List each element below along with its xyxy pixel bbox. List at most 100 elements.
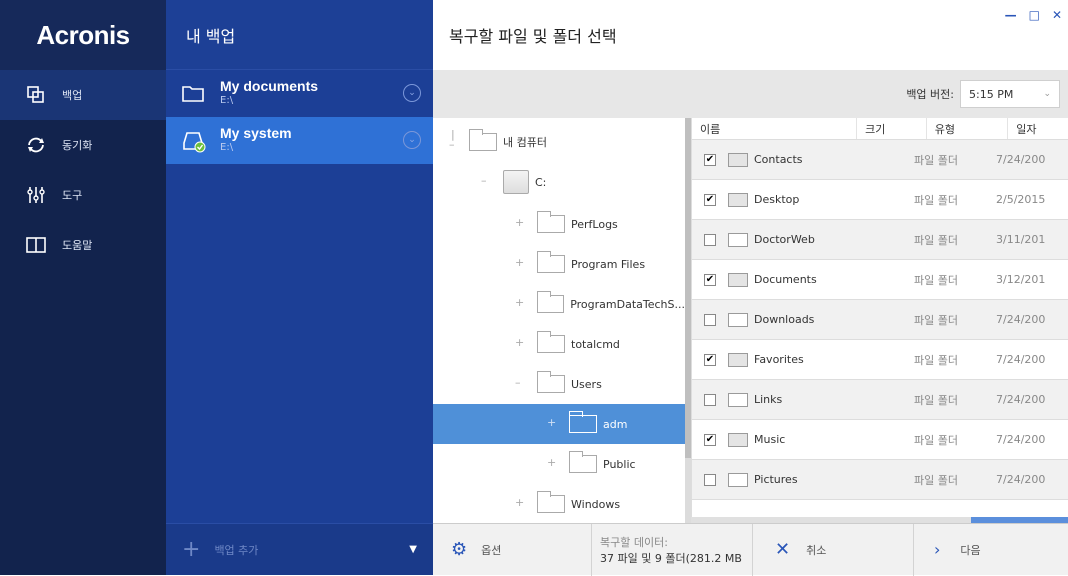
- tree-node-folder[interactable]: ProgramDataTechS...: [537, 284, 685, 324]
- nav-item-help[interactable]: 도움말: [0, 220, 166, 270]
- row-checkbox[interactable]: ✔: [704, 353, 716, 366]
- row-checkbox[interactable]: ✔: [704, 153, 716, 166]
- file-type: 파일 폴더: [914, 273, 958, 287]
- file-date: 7/24/200: [996, 433, 1046, 446]
- folder-icon: [537, 251, 565, 273]
- cancel-button[interactable]: ✕ 취소: [753, 524, 913, 576]
- table-row[interactable]: Downloads 파일 폴더 7/24/200: [692, 300, 1068, 340]
- folder-icon: [728, 272, 748, 287]
- row-checkbox[interactable]: ✔: [704, 193, 716, 206]
- file-type: 파일 폴더: [914, 313, 958, 327]
- tree-node-label: totalcmd: [571, 337, 620, 351]
- chevron-down-icon[interactable]: ⌄: [403, 131, 421, 149]
- backup-item-my-documents[interactable]: My documents E:\ ⌄: [166, 70, 433, 117]
- table-row[interactable]: Links 파일 폴더 7/24/200: [692, 380, 1068, 420]
- add-backup-label: 백업 추가: [214, 543, 259, 557]
- nav-item-tools[interactable]: 도구: [0, 170, 166, 220]
- file-type: 파일 폴더: [914, 193, 958, 207]
- tree-node-folder[interactable]: Windows: [537, 484, 677, 523]
- nav-item-label: 동기화: [62, 139, 93, 152]
- table-row[interactable]: Pictures 파일 폴더 7/24/200: [692, 460, 1068, 500]
- maximize-icon[interactable]: □: [1029, 8, 1040, 22]
- tree-node-label: ProgramDataTechS...: [570, 297, 685, 311]
- tree-node-folder[interactable]: Public: [569, 444, 679, 484]
- tree-node-label: 내 컴퓨터: [503, 136, 547, 149]
- backup-item-my-system[interactable]: My system E:\ ⌄: [166, 117, 433, 164]
- version-bar: 백업 버전: 5:15 PM ⌄: [433, 70, 1068, 118]
- file-name: DoctorWeb: [754, 233, 815, 246]
- tree-node-label: Program Files: [571, 257, 646, 271]
- row-checkbox[interactable]: ✔: [704, 433, 716, 446]
- folder-tree: | – 내 컴퓨터 – C: + PerfLogs + Program File…: [433, 118, 685, 523]
- folder-icon: [728, 352, 748, 367]
- folder-icon: [728, 232, 748, 247]
- file-name: Contacts: [754, 153, 803, 166]
- minimize-icon[interactable]: —: [1005, 8, 1017, 22]
- row-checkbox[interactable]: [704, 313, 716, 326]
- row-checkbox[interactable]: ✔: [704, 273, 716, 286]
- file-name: Links: [754, 393, 783, 406]
- table-row[interactable]: ✔ Music 파일 폴더 7/24/200: [692, 420, 1068, 460]
- chevron-down-icon[interactable]: ▼: [409, 544, 417, 555]
- folder-icon: [182, 84, 204, 102]
- options-label: 옵션: [481, 543, 502, 557]
- file-date: 3/12/201: [996, 273, 1046, 286]
- file-type: 파일 폴더: [914, 233, 958, 247]
- plus-icon: +: [182, 537, 201, 562]
- chevron-right-icon: ›: [934, 540, 941, 559]
- file-name: Desktop: [754, 193, 800, 206]
- file-date: 3/11/201: [996, 233, 1046, 246]
- tree-node-folder[interactable]: Program Files: [537, 244, 677, 284]
- column-header-name[interactable]: 이름: [692, 118, 858, 139]
- main-panel: 복구할 파일 및 폴더 선택 — □ ✕ 백업 버전: 5:15 PM ⌄ | …: [433, 0, 1068, 576]
- folder-icon: [728, 432, 748, 447]
- nav-item-backup[interactable]: 백업: [0, 70, 166, 120]
- table-row[interactable]: ✔ Contacts 파일 폴더 7/24/200: [692, 140, 1068, 180]
- folder-icon: [728, 392, 748, 407]
- close-icon[interactable]: ✕: [1052, 8, 1062, 22]
- table-row[interactable]: ✔ Desktop 파일 폴더 2/5/2015: [692, 180, 1068, 220]
- table-row[interactable]: ✔ Documents 파일 폴더 3/12/201: [692, 260, 1068, 300]
- chevron-down-icon[interactable]: ⌄: [403, 84, 421, 102]
- file-date: 7/24/200: [996, 313, 1046, 326]
- tree-node-folder[interactable]: PerfLogs: [537, 204, 677, 244]
- version-select[interactable]: 5:15 PM ⌄: [960, 80, 1060, 108]
- file-date: 7/24/200: [996, 473, 1046, 486]
- backup-location: E:\: [220, 142, 234, 153]
- next-button[interactable]: › 다음: [914, 524, 1064, 576]
- file-date: 2/5/2015: [996, 193, 1046, 206]
- row-checkbox[interactable]: [704, 233, 716, 246]
- row-checkbox[interactable]: [704, 393, 716, 406]
- file-name: Favorites: [754, 353, 804, 366]
- tree-node-folder-selected[interactable]: + adm: [433, 404, 685, 444]
- table-row[interactable]: DoctorWeb 파일 폴더 3/11/201: [692, 220, 1068, 260]
- column-header-size[interactable]: 크기: [857, 118, 927, 139]
- column-header-date[interactable]: 일자: [1008, 118, 1068, 139]
- recovery-label: 복구할 데이터:: [600, 535, 668, 549]
- recovery-summary: 복구할 데이터: 37 파일 및 9 폴더(281.2 MB: [592, 534, 752, 566]
- folder-icon: [569, 411, 597, 433]
- options-button[interactable]: ⚙ 옵션: [433, 524, 591, 576]
- add-backup-button[interactable]: + 백업 추가 ▼: [166, 523, 433, 575]
- tree-node-computer[interactable]: 내 컴퓨터: [469, 122, 669, 162]
- file-date: 7/24/200: [996, 153, 1046, 166]
- chevron-down-icon: ⌄: [1043, 89, 1051, 99]
- help-book-icon: [24, 235, 48, 255]
- nav-item-label: 백업: [62, 89, 83, 102]
- version-value: 5:15 PM: [969, 87, 1014, 101]
- nav-item-sync[interactable]: 동기화: [0, 120, 166, 170]
- backup-location: E:\: [220, 95, 234, 106]
- folder-icon: [537, 371, 565, 393]
- tree-node-drive-c[interactable]: C:: [503, 162, 663, 202]
- column-header-type[interactable]: 유형: [927, 118, 1009, 139]
- table-row[interactable]: ✔ Favorites 파일 폴더 7/24/200: [692, 340, 1068, 380]
- tree-node-folder[interactable]: Users: [537, 364, 677, 404]
- tools-icon: [24, 185, 48, 205]
- nav-item-label: 도구: [62, 189, 83, 202]
- tree-node-label: PerfLogs: [571, 217, 618, 231]
- row-checkbox[interactable]: [704, 473, 716, 486]
- tree-node-folder[interactable]: totalcmd: [537, 324, 677, 364]
- bottom-bar: ⚙ 옵션 복구할 데이터: 37 파일 및 9 폴더(281.2 MB ✕ 취소…: [433, 523, 1068, 576]
- file-type: 파일 폴더: [914, 473, 958, 487]
- version-label: 백업 버전:: [906, 88, 954, 101]
